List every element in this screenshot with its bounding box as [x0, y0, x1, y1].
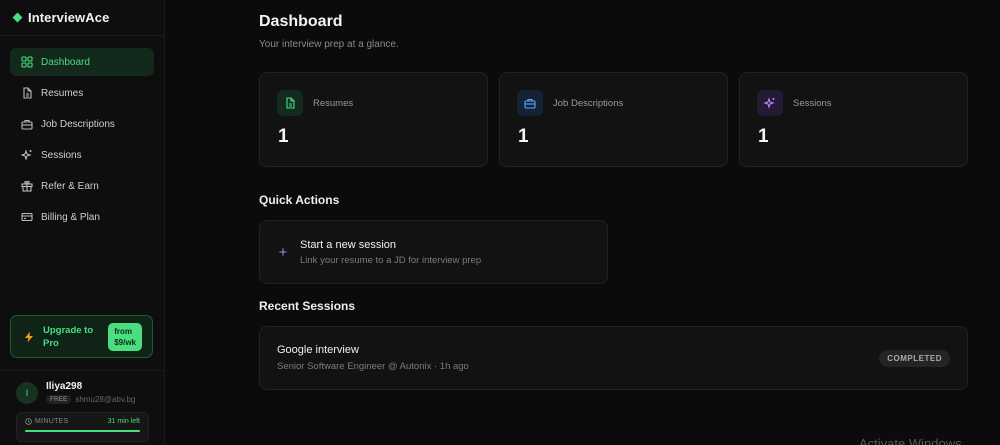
plus-icon: + — [278, 243, 288, 261]
recent-sessions-title: Recent Sessions — [259, 299, 356, 313]
user-sub: FREE shmu28@abv.bg — [46, 395, 135, 404]
sidebar-item-resumes[interactable]: Resumes — [10, 79, 154, 107]
sidebar-item-dashboard[interactable]: Dashboard — [10, 48, 154, 76]
briefcase-icon — [21, 119, 33, 130]
status-badge: COMPLETED — [879, 349, 950, 367]
sidebar-item-job-descriptions[interactable]: Job Descriptions — [10, 110, 154, 138]
minutes-left: 31 min left — [107, 418, 140, 425]
sidebar-nav: Dashboard Resumes Job Descriptions Sessi… — [0, 36, 164, 231]
sidebar-item-label: Sessions — [41, 149, 82, 161]
page-subtitle: Your interview prep at a glance. — [259, 39, 399, 50]
sidebar-item-sessions[interactable]: Sessions — [10, 141, 154, 169]
stat-icon-box — [757, 90, 783, 116]
user-name: Iliya298 — [46, 381, 83, 392]
sidebar-item-label: Billing & Plan — [41, 211, 100, 223]
activate-windows-watermark: Activate Windows — [859, 436, 962, 445]
gift-icon — [21, 180, 33, 192]
minutes-progress-fill — [25, 430, 140, 432]
minutes-label: MINUTES — [35, 418, 69, 425]
main-content: Dashboard Your interview prep at a glanc… — [165, 0, 1000, 445]
sidebar: InterviewAce Dashboard Resumes Job Descr… — [0, 0, 165, 445]
stat-head: Sessions — [757, 90, 950, 116]
sidebar-item-label: Dashboard — [41, 56, 90, 68]
user-email: shmu28@abv.bg — [75, 395, 136, 404]
start-new-session-button[interactable]: + Start a new session Link your resume t… — [259, 220, 608, 284]
price-line-1: from — [114, 326, 132, 336]
stat-head: Job Descriptions — [517, 90, 710, 116]
sidebar-item-refer-earn[interactable]: Refer & Earn — [10, 172, 154, 200]
minutes-label-wrap: MINUTES — [25, 418, 69, 425]
app-root: InterviewAce Dashboard Resumes Job Descr… — [0, 0, 1000, 445]
session-text: Google interview Senior Software Enginee… — [277, 344, 469, 372]
plan-badge: FREE — [46, 395, 72, 404]
minutes-meter: MINUTES 31 min left — [16, 412, 149, 442]
user-panel: I Iliya298 FREE shmu28@abv.bg MINUTES 31… — [0, 370, 165, 442]
stat-card-job-descriptions[interactable]: Job Descriptions 1 — [499, 72, 728, 167]
price-badge: from $9/wk — [108, 322, 142, 351]
action-subtitle: Link your resume to a JD for interview p… — [300, 254, 482, 266]
sidebar-item-billing-plan[interactable]: Billing & Plan — [10, 203, 154, 231]
user-info: Iliya298 FREE shmu28@abv.bg — [46, 381, 135, 404]
grid-icon — [21, 56, 33, 68]
brand[interactable]: InterviewAce — [0, 0, 164, 36]
action-text: Start a new session Link your resume to … — [300, 239, 481, 266]
brand-name: InterviewAce — [28, 10, 110, 25]
minutes-progress-track — [25, 430, 140, 432]
upgrade-to-pro-button[interactable]: Upgrade to Pro from $9/wk — [10, 315, 153, 358]
stat-value: 1 — [278, 126, 289, 147]
briefcase-icon — [524, 98, 536, 109]
stat-icon-box — [517, 90, 543, 116]
price-line-2: $9/wk — [114, 337, 136, 347]
stat-label: Resumes — [313, 97, 354, 109]
action-title: Start a new session — [300, 238, 396, 251]
session-title: Google interview — [277, 344, 359, 356]
stat-value: 1 — [758, 126, 769, 147]
stat-label: Sessions — [793, 97, 832, 109]
diamond-logo-icon — [12, 12, 23, 23]
stats-row: Resumes 1 Job Descriptions 1 Sessions 1 — [259, 72, 1000, 167]
stat-card-resumes[interactable]: Resumes 1 — [259, 72, 488, 167]
credit-card-icon — [21, 212, 33, 222]
file-icon — [23, 87, 32, 99]
user-profile[interactable]: I Iliya298 FREE shmu28@abv.bg — [16, 381, 149, 404]
sidebar-item-label: Resumes — [41, 87, 84, 99]
minutes-row: MINUTES 31 min left — [25, 418, 140, 425]
sparkles-icon — [21, 149, 32, 161]
stat-head: Resumes — [277, 90, 470, 116]
stat-label: Job Descriptions — [553, 97, 624, 109]
stat-card-sessions[interactable]: Sessions 1 — [739, 72, 968, 167]
lightning-icon — [25, 331, 33, 342]
file-icon — [286, 97, 295, 109]
avatar: I — [16, 381, 38, 404]
sidebar-item-label: Job Descriptions — [41, 118, 115, 130]
page-title: Dashboard — [259, 13, 343, 30]
stat-value: 1 — [518, 126, 529, 147]
upgrade-label: Upgrade to Pro — [43, 324, 94, 349]
sidebar-item-label: Refer & Earn — [41, 180, 99, 192]
quick-actions-title: Quick Actions — [259, 193, 340, 207]
sparkles-icon — [764, 97, 775, 109]
session-row[interactable]: Google interview Senior Software Enginee… — [259, 326, 968, 390]
stat-icon-box — [277, 90, 303, 116]
session-subtitle: Senior Software Engineer @ Autonix · 1h … — [277, 361, 469, 372]
clock-icon — [25, 418, 32, 425]
